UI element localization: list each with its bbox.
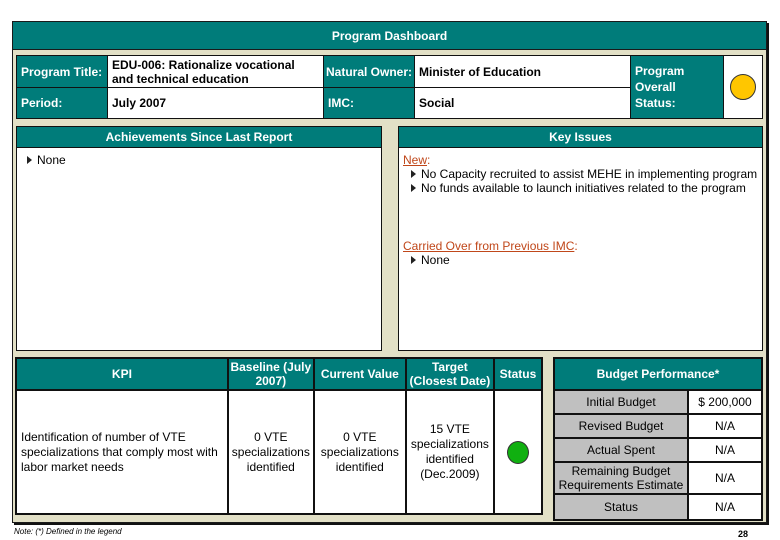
kpi-header-row: KPI Baseline (July 2007) Current Value T… (15, 357, 544, 391)
achievements-panel: None (16, 147, 382, 351)
budget-value: N/A (687, 413, 763, 439)
budget-row: Initial Budget $ 200,000 (553, 389, 763, 415)
kpi-status-cell (492, 389, 544, 515)
natural-owner-value: Minister of Education (414, 55, 631, 88)
budget-label: Status (553, 493, 689, 521)
natural-owner-label: Natural Owner: (323, 55, 415, 88)
key-issues-header: Key Issues (398, 126, 763, 148)
budget-row: Actual Spent N/A (553, 437, 763, 463)
program-title-label: Program Title: (16, 55, 108, 88)
new-issue-item: No Capacity recruited to assist MEHE in … (403, 167, 758, 181)
period-value: July 2007 (107, 87, 324, 119)
footnote: Note: (*) Defined in the legend (14, 527, 122, 536)
status-col-header: Status (492, 357, 544, 391)
kpi-table: KPI Baseline (July 2007) Current Value T… (15, 357, 544, 515)
achievement-item: None (27, 153, 371, 167)
current-value-col-header: Current Value (312, 357, 407, 391)
page-number: 28 (738, 529, 749, 539)
current-value-cell: 0 VTE specializations identified (312, 389, 407, 515)
imc-value: Social (414, 87, 631, 119)
kpi-col-header: KPI (15, 357, 229, 391)
new-issue-item: No funds available to launch initiatives… (403, 181, 758, 195)
bullet-arrow-icon (27, 156, 32, 164)
budget-value: N/A (687, 493, 763, 521)
achievements-header: Achievements Since Last Report (16, 126, 382, 148)
budget-label: Initial Budget (553, 389, 689, 415)
page-title: Program Dashboard (13, 22, 766, 50)
key-issues-panel: New: No Capacity recruited to assist MEH… (398, 147, 763, 351)
bullet-arrow-icon (411, 256, 416, 264)
baseline-col-header: Baseline (July 2007) (226, 357, 315, 391)
bullet-arrow-icon (411, 170, 416, 178)
program-title-value: EDU-006: Rationalize vocational and tech… (107, 55, 324, 88)
budget-label: Remaining Budget Requirements Estimate (553, 461, 689, 495)
baseline-cell: 0 VTE specializations identified (226, 389, 315, 515)
bullet-arrow-icon (411, 184, 416, 192)
budget-value: N/A (687, 461, 763, 495)
period-label: Period: (16, 87, 108, 119)
target-col-header: Target (Closest Date) (404, 357, 495, 391)
overall-status-label: Program Overall Status: (630, 55, 724, 119)
imc-label: IMC: (323, 87, 415, 119)
target-cell: 15 VTE specializations identified (Dec.2… (404, 389, 495, 515)
budget-header: Budget Performance* (553, 357, 763, 391)
budget-row: Status N/A (553, 493, 763, 521)
kpi-cell: Identification of number of VTE speciali… (15, 389, 229, 515)
carried-over-label: Carried Over from Previous IMC (403, 239, 575, 253)
budget-row: Remaining Budget Requirements Estimate N… (553, 461, 763, 495)
table-row: Identification of number of VTE speciali… (15, 389, 544, 515)
new-issues-label: New (403, 153, 428, 167)
budget-value: $ 200,000 (687, 389, 763, 415)
status-yellow-icon (730, 74, 756, 100)
budget-value: N/A (687, 437, 763, 463)
budget-label: Revised Budget (553, 413, 689, 439)
carried-issue-item: None (403, 253, 758, 267)
budget-label: Actual Spent (553, 437, 689, 463)
status-green-icon (506, 440, 529, 464)
budget-table: Budget Performance* Initial Budget $ 200… (553, 357, 763, 521)
overall-status-cell (723, 55, 763, 119)
budget-row: Revised Budget N/A (553, 413, 763, 439)
